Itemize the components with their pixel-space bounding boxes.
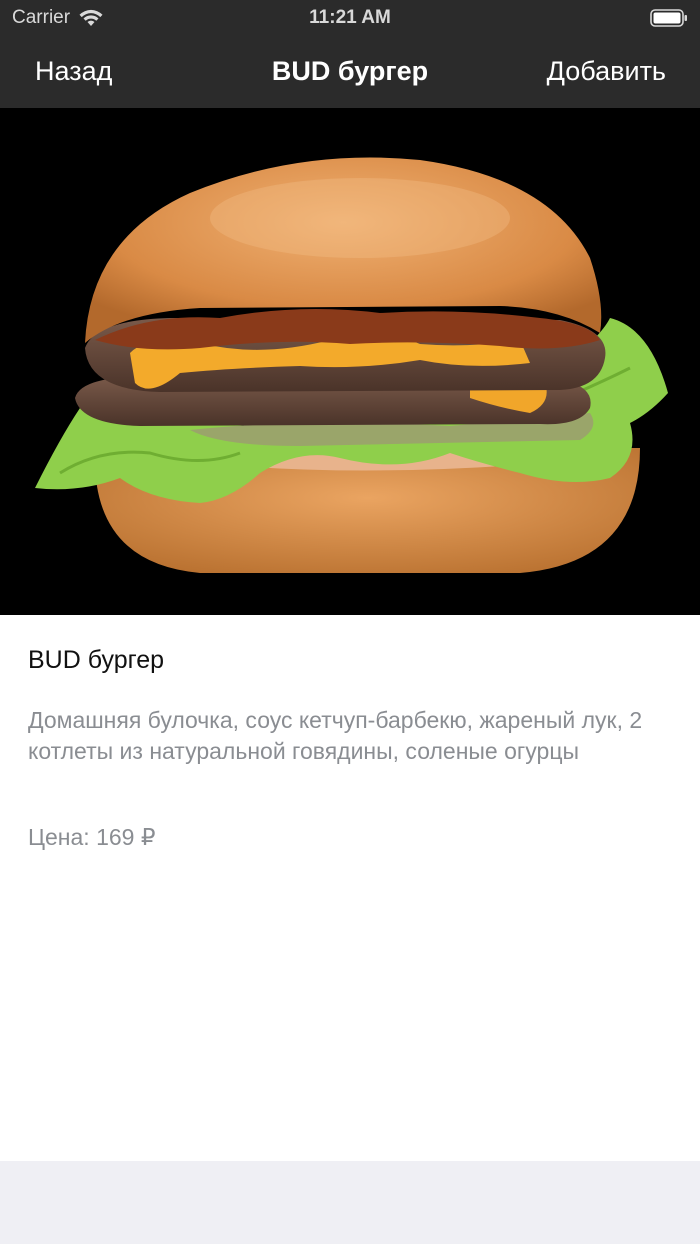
status-bar: Carrier 11:21 AM bbox=[0, 0, 700, 36]
add-button[interactable]: Добавить bbox=[547, 56, 666, 87]
navigation-bar: Назад BUD бургер Добавить bbox=[0, 36, 700, 108]
bottom-bar bbox=[0, 1161, 700, 1244]
product-description: Домашняя булочка, соус кетчуп-барбекю, ж… bbox=[28, 707, 643, 764]
header: Carrier 11:21 AM Назад BUD бургер Добави… bbox=[0, 0, 700, 108]
status-time: 11:21 AM bbox=[309, 7, 391, 28]
fried-onion bbox=[95, 309, 600, 350]
product-price: Цена: 169 ₽ bbox=[28, 824, 156, 850]
product-details: BUD бургер Домашняя булочка, соус кетчуп… bbox=[0, 615, 700, 1161]
product-name: BUD бургер bbox=[28, 646, 164, 674]
burger-photo bbox=[0, 108, 700, 615]
burger-illustration bbox=[35, 157, 668, 573]
back-button[interactable]: Назад bbox=[35, 56, 112, 87]
battery-icon bbox=[650, 9, 687, 27]
